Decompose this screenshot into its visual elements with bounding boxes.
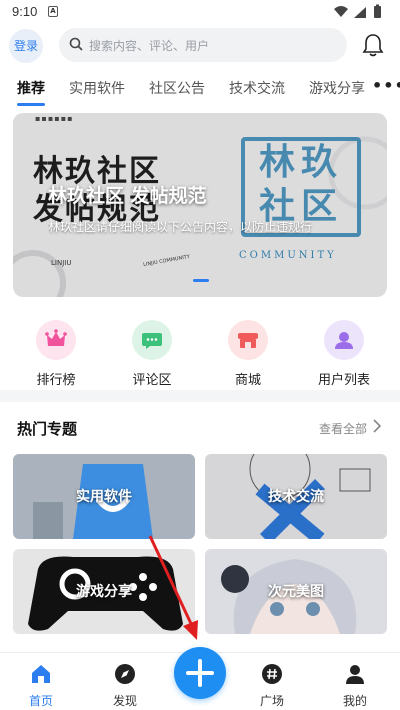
topic-card-games[interactable]: 游戏分享 — [13, 549, 195, 634]
nav-home[interactable]: 首页 — [11, 663, 71, 709]
topic-card-tech[interactable]: 技术交流 — [205, 454, 387, 539]
tab-software[interactable]: 实用软件 — [69, 78, 125, 98]
banner-subtitle: 林玖社区请仔细阅读以下公告内容，以防止违规行 — [48, 220, 313, 234]
plus-icon — [186, 659, 214, 687]
top-bar: 登录 搜索内容、评论、用户 — [0, 24, 400, 66]
topic-card-label: 次元美图 — [268, 584, 324, 600]
user-icon — [324, 320, 364, 360]
topic-card-label: 技术交流 — [268, 489, 324, 505]
tab-indicator — [17, 103, 45, 106]
quick-link-ranking[interactable]: 排行榜 — [26, 320, 86, 388]
home-icon — [32, 665, 50, 683]
tab-recommend[interactable]: 推荐 — [17, 78, 45, 98]
quick-link-label: 排行榜 — [36, 373, 76, 388]
topic-card-software[interactable]: 实用软件 — [13, 454, 195, 539]
crown-icon — [36, 320, 76, 360]
carousel-indicator — [193, 279, 209, 282]
compass-icon — [115, 664, 135, 684]
status-time: 9:10 — [12, 4, 38, 19]
search-input[interactable]: 搜索内容、评论、用户 — [59, 28, 347, 62]
community-caption: COMMUNITY — [239, 250, 337, 261]
tab-tech[interactable]: 技术交流 — [229, 78, 285, 98]
nav-discover[interactable]: 发现 — [95, 663, 155, 709]
tab-games[interactable]: 游戏分享 — [309, 78, 365, 98]
bell-icon[interactable] — [362, 33, 384, 57]
topic-card-anime[interactable]: 次元美图 — [205, 549, 387, 634]
quick-link-label: 用户列表 — [317, 373, 370, 388]
chat-icon — [132, 320, 172, 360]
section-title: 热门专题 — [17, 420, 78, 438]
more-tabs-icon[interactable]: ••• — [372, 76, 400, 95]
banner-small-left: LINJIU — [51, 259, 72, 267]
quick-link-users[interactable]: 用户列表 — [314, 320, 374, 388]
shop-icon — [228, 320, 268, 360]
nav-square[interactable]: 广场 — [242, 663, 302, 709]
nav-profile[interactable]: 我的 — [325, 663, 385, 709]
signal-battery-icon — [334, 4, 381, 18]
banner-title: 林玖社区 发帖规范 — [48, 185, 207, 207]
topic-card-label: 游戏分享 — [76, 584, 132, 600]
banner-dots-deco: ▪▪▪▪▪▪ — [35, 114, 74, 123]
chevron-right-icon — [373, 419, 382, 433]
banner-carousel[interactable]: ▪▪▪▪▪▪ 林玖社区 发帖规范 林玖社区 COMMUNITY LINJIU L… — [13, 113, 387, 297]
profile-icon — [346, 665, 364, 684]
search-icon — [69, 37, 83, 51]
login-button[interactable]: 登录 — [9, 29, 43, 63]
sim-icon: A — [48, 6, 58, 17]
tab-announcement[interactable]: 社区公告 — [149, 78, 205, 98]
quick-link-comments[interactable]: 评论区 — [122, 320, 182, 388]
quick-link-label: 商城 — [234, 373, 261, 388]
status-bar: 9:10 A — [0, 0, 400, 24]
view-all-link[interactable]: 查看全部 — [319, 420, 367, 437]
hashtag-icon — [262, 664, 282, 684]
create-post-button[interactable] — [174, 647, 226, 699]
category-tabs: 推荐 实用软件 社区公告 技术交流 游戏分享 ••• — [0, 66, 400, 110]
search-placeholder: 搜索内容、评论、用户 — [89, 39, 210, 53]
topic-card-label: 实用软件 — [76, 489, 132, 505]
quick-link-shop[interactable]: 商城 — [218, 320, 278, 388]
quick-link-label: 评论区 — [132, 373, 172, 388]
